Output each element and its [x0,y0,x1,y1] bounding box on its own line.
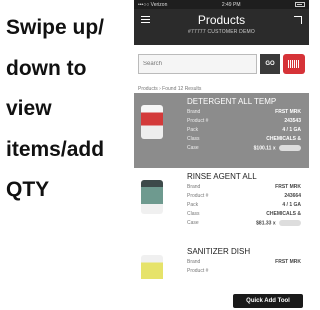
go-button[interactable]: GO [260,54,280,74]
field-label: Class [187,136,200,142]
menu-icon[interactable] [141,16,150,23]
product-item[interactable]: RINSE AGENT ALL Brand FRST MRK Product #… [134,168,309,243]
product-field-brand: Brand FRST MRK [187,184,301,192]
product-image [141,180,163,214]
product-field-case: Case $81.33 x [187,220,301,228]
product-name: SANITIZER DISH [187,247,251,256]
quick-add-tool-button[interactable]: Quick Add Tool [233,294,303,308]
field-label: Product # [187,118,209,124]
status-bar: •••○○ Verizon 2:49 PM [134,0,309,9]
field-value: FRST MRK [275,184,301,190]
case-price-group: $100.11 x [254,145,301,153]
page: Swipe up/ down to view items/add QTY •••… [0,0,309,310]
field-value: CHEMICALS & [266,211,301,217]
caption-line: view [6,97,52,120]
field-label: Brand [187,259,201,265]
field-value: 243543 [284,118,301,124]
product-image [141,105,163,139]
barcode-scan-button[interactable] [283,54,305,74]
product-field-pack: Pack 4 / 1 GA [187,202,301,210]
field-label: Class [187,211,200,217]
quantity-input[interactable] [279,220,301,226]
carrier-label: •••○○ Verizon [138,1,168,8]
quantity-input[interactable] [279,145,301,151]
app-header: Products #77777 CUSTOMER DEMO [134,9,309,45]
caption-line: QTY [6,178,50,201]
product-image [141,255,163,289]
breadcrumb: Products › Found 12 Results [138,86,202,92]
field-value: CHEMICALS & [266,136,301,142]
field-label: Case [187,220,199,226]
product-name: DETERGENT ALL TEMP [187,97,277,106]
product-item[interactable]: DETERGENT ALL TEMP Brand FRST MRK Produc… [134,93,309,168]
case-price-group: $81.33 x [256,220,301,228]
field-label: Product # [187,193,209,199]
field-label: Pack [187,127,199,133]
product-field-pack: Pack 4 / 1 GA [187,127,301,135]
product-field-case: Case $100.11 x [187,145,301,153]
product-field-number: Product # [187,268,301,276]
caption-line: down to [6,56,87,80]
caption-line: Swipe up/ [6,16,105,39]
search-bar: GO [134,45,309,83]
search-input[interactable] [138,54,257,74]
product-name: RINSE AGENT ALL [187,172,257,181]
page-title: Products [197,13,246,27]
product-field-number: Product # 243543 [187,118,301,126]
product-field-class: Class CHEMICALS & [187,211,301,219]
case-price: $100.11 x [253,145,276,152]
customer-label: #77777 CUSTOMER DEMO [188,29,255,35]
case-price: $81.33 x [256,220,276,227]
caption-line: items/add [6,137,105,161]
field-label: Brand [187,109,201,115]
product-field-brand: Brand FRST MRK [187,259,301,267]
field-value: 243664 [284,193,301,199]
field-value: FRST MRK [275,109,301,115]
barcode-icon [288,60,300,68]
share-icon[interactable] [294,16,302,24]
battery-icon [294,2,305,7]
field-value: 4 / 1 GA [282,202,301,208]
product-field-brand: Brand FRST MRK [187,109,301,117]
field-label: Pack [187,202,199,208]
product-field-number: Product # 243664 [187,193,301,201]
instruction-caption: Swipe up/ down to view items/add QTY [6,8,124,211]
phone-screen: •••○○ Verizon 2:49 PM Products #77777 CU… [134,0,309,310]
field-value: 4 / 1 GA [282,127,301,133]
field-label: Product # [187,268,209,274]
field-label: Case [187,145,199,151]
field-value: FRST MRK [275,259,301,265]
field-label: Brand [187,184,201,190]
status-time: 2:49 PM [221,1,241,8]
product-field-class: Class CHEMICALS & [187,136,301,144]
